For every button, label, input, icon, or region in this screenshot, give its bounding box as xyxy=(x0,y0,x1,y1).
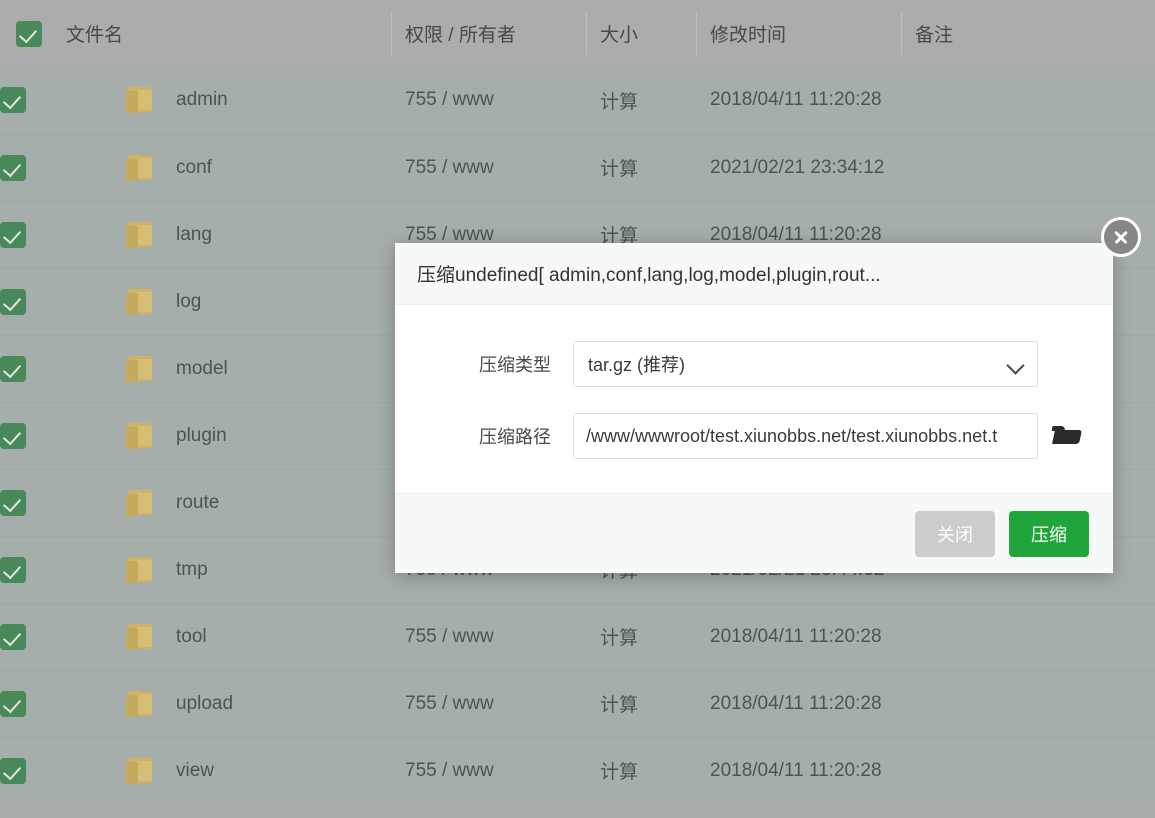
folder-open-icon[interactable] xyxy=(1052,425,1082,447)
compress-type-row: 压缩类型 tar.gz (推荐) xyxy=(395,341,1113,387)
compress-type-value: tar.gz (推荐) xyxy=(588,355,686,375)
compress-dialog: 压缩undefined[ admin,conf,lang,log,model,p… xyxy=(395,217,1141,573)
compress-type-select[interactable]: tar.gz (推荐) xyxy=(573,341,1038,387)
modal-overlay[interactable]: 压缩undefined[ admin,conf,lang,log,model,p… xyxy=(0,0,1155,818)
compress-button[interactable]: 压缩 xyxy=(1009,510,1089,557)
dialog-body: 压缩类型 tar.gz (推荐) 压缩路径 xyxy=(395,305,1113,493)
compress-type-select-wrap: tar.gz (推荐) xyxy=(573,341,1038,387)
compress-path-input[interactable] xyxy=(573,413,1038,459)
dialog-title: 压缩undefined[ admin,conf,lang,log,model,p… xyxy=(417,265,881,286)
dialog-footer: 关闭 压缩 xyxy=(395,493,1113,573)
close-x-icon[interactable] xyxy=(1101,217,1141,257)
cancel-button[interactable]: 关闭 xyxy=(915,510,995,557)
compress-path-row: 压缩路径 xyxy=(395,413,1113,459)
compress-type-label: 压缩类型 xyxy=(479,355,551,375)
compress-path-label: 压缩路径 xyxy=(479,427,551,447)
dialog-header: 压缩undefined[ admin,conf,lang,log,model,p… xyxy=(395,243,1113,305)
